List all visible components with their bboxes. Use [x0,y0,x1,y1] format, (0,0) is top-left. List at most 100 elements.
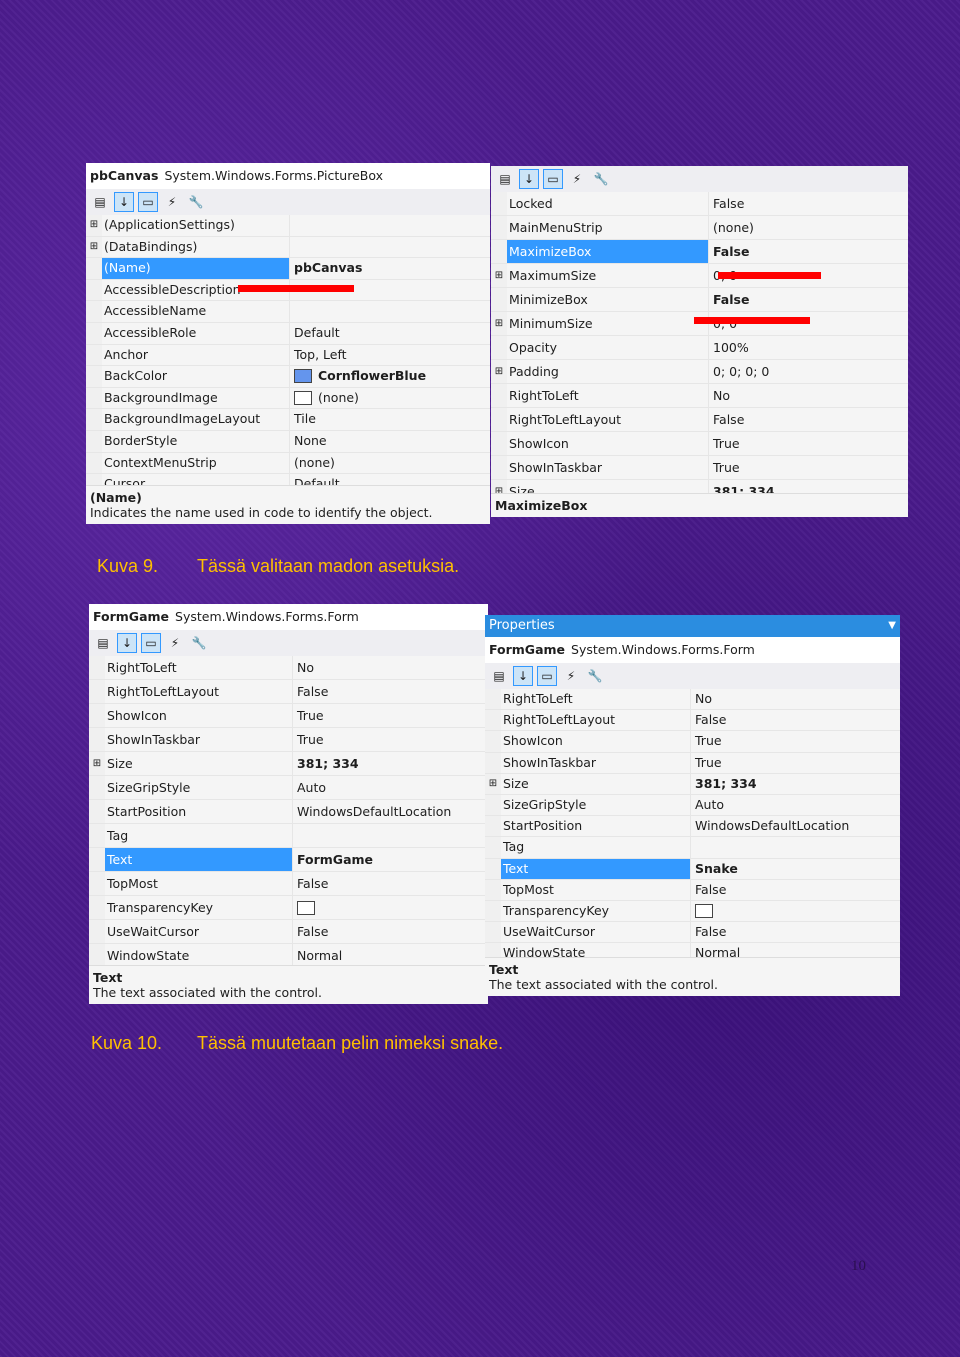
property-row[interactable]: ShowIcon True [485,731,900,753]
property-pages-icon[interactable]: 🔧 [186,192,206,212]
property-value[interactable] [691,837,900,857]
property-value[interactable] [293,824,488,847]
property-value[interactable]: FormGame [293,848,488,871]
property-pages-icon[interactable]: 🔧 [585,666,605,686]
property-value[interactable]: CornflowerBlue [290,366,490,387]
property-row[interactable]: TransparencyKey [89,896,488,920]
property-value[interactable]: 381; 334 [293,752,488,775]
events-icon[interactable]: ⚡ [567,169,587,189]
property-row[interactable]: Text Snake [485,858,900,880]
property-value[interactable]: False [709,240,908,263]
property-row[interactable]: MainMenuStrip (none) [491,216,908,240]
property-row[interactable]: MaximizeBox False [491,240,908,264]
property-row[interactable]: Anchor Top, Left [86,344,490,367]
property-row[interactable]: ⊞MinimumSize0; 0 [491,312,908,336]
property-row[interactable]: ⊞ (ApplicationSettings) [86,215,490,237]
property-value[interactable]: True [709,432,908,455]
property-value[interactable]: Auto [293,776,488,799]
property-row[interactable]: RightToLeft No [491,384,908,408]
property-row[interactable]: ContextMenuStrip (none) [86,452,490,475]
property-value[interactable] [293,896,488,919]
property-value[interactable]: WindowsDefaultLocation [293,800,488,823]
property-value[interactable]: True [293,704,488,727]
property-row[interactable]: ⊞ (DataBindings) [86,236,490,259]
property-row[interactable]: BorderStyle None [86,430,490,453]
property-row[interactable]: Tag [485,837,900,859]
expand-icon[interactable]: ⊞ [485,773,501,794]
object-selector[interactable]: pbCanvas System.Windows.Forms.PictureBox [86,163,490,189]
property-row[interactable]: Opacity 100% [491,336,908,360]
property-value[interactable]: Snake [691,859,900,879]
property-row[interactable]: RightToLeft No [485,689,900,711]
property-row[interactable]: ⊞ Padding 0; 0; 0; 0 [491,360,908,384]
property-value[interactable]: True [691,731,900,751]
property-value[interactable] [290,301,490,322]
property-row[interactable]: Locked False [491,192,908,216]
alphabetical-icon[interactable]: ↓ [513,666,533,686]
property-row[interactable]: SizeGripStyle Auto [485,794,900,817]
property-row[interactable]: RightToLeftLayout False [491,408,908,432]
property-value[interactable]: pbCanvas [290,258,490,279]
property-value[interactable]: False [709,192,908,215]
properties-icon[interactable]: ▭ [537,666,557,686]
property-value[interactable]: False [293,872,488,895]
property-row[interactable]: ShowIcon True [491,432,908,456]
property-value[interactable]: Default [290,323,490,344]
alphabetical-icon[interactable]: ↓ [117,633,137,653]
property-value[interactable]: Normal [293,944,488,967]
property-value[interactable]: (none) [290,453,490,474]
property-value[interactable]: False [709,408,908,431]
property-row[interactable]: RightToLeft No [89,656,488,680]
property-value[interactable]: No [691,689,900,709]
categorized-icon[interactable]: ▤ [93,633,113,653]
property-value[interactable]: False [691,710,900,730]
property-value[interactable]: False [709,288,908,311]
property-row[interactable]: UseWaitCursor False [89,920,488,944]
property-row[interactable]: ⊞ Size 381; 334 [89,752,488,776]
property-row[interactable]: SizeGripStyle Auto [89,776,488,800]
property-value[interactable]: WindowsDefaultLocation [691,816,900,836]
property-value[interactable]: Top, Left [290,345,490,366]
property-row[interactable]: TransparencyKey [485,900,900,923]
property-row[interactable]: ShowInTaskbar True [491,456,908,480]
expand-icon[interactable]: ⊞ [86,236,102,258]
property-value[interactable]: True [293,728,488,751]
property-row[interactable]: Text FormGame [89,848,488,872]
property-pages-icon[interactable]: 🔧 [189,633,209,653]
property-value[interactable]: None [290,431,490,452]
property-row[interactable]: BackgroundImageLayout Tile [86,409,490,431]
property-row[interactable]: UseWaitCursor False [485,922,900,944]
properties-icon[interactable]: ▭ [543,169,563,189]
property-grid[interactable]: RightToLeft No RightToLeftLayout False ShowI… [89,656,488,968]
property-value[interactable]: No [293,656,488,679]
property-row[interactable]: TopMost False [89,872,488,896]
property-row[interactable]: ShowInTaskbar True [89,728,488,752]
property-row[interactable]: ShowIcon True [89,704,488,728]
alphabetical-icon[interactable]: ↓ [114,192,134,212]
property-row[interactable]: Tag [89,824,488,848]
events-icon[interactable]: ⚡ [162,192,182,212]
property-value[interactable]: 381; 334 [691,774,900,794]
expand-icon[interactable]: ⊞ [89,752,105,775]
object-selector[interactable]: FormGame System.Windows.Forms.Form [485,637,900,663]
properties-icon[interactable]: ▭ [141,633,161,653]
property-value[interactable]: (none) [709,216,908,239]
property-row[interactable]: (Name) pbCanvas [86,258,490,280]
property-row[interactable]: MinimizeBox False [491,288,908,312]
property-grid[interactable]: RightToLeft No RightToLeftLayout False ShowI… [485,689,900,965]
property-value[interactable]: 100% [709,336,908,359]
events-icon[interactable]: ⚡ [165,633,185,653]
property-row[interactable]: AccessibleName [86,301,490,323]
expand-icon[interactable]: ⊞ [491,360,507,383]
property-row[interactable]: RightToLeftLayout False [485,710,900,732]
property-value[interactable]: Auto [691,795,900,815]
categorized-icon[interactable]: ▤ [489,666,509,686]
property-value[interactable]: False [691,880,900,900]
categorized-icon[interactable]: ▤ [495,169,515,189]
property-row[interactable]: StartPosition WindowsDefaultLocation [89,800,488,824]
expand-icon[interactable]: ⊞ [86,215,102,236]
property-row[interactable]: ShowInTaskbar True [485,752,900,774]
alphabetical-icon[interactable]: ↓ [519,169,539,189]
properties-icon[interactable]: ▭ [138,192,158,212]
property-value[interactable]: False [691,922,900,942]
